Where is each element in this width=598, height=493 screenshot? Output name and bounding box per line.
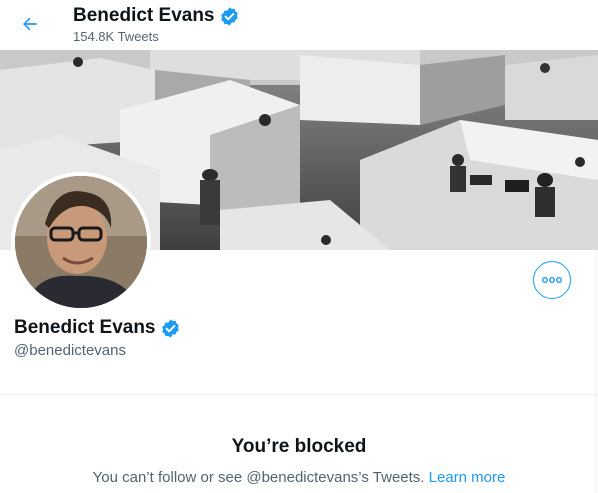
tweet-count: 154.8K Tweets [73, 29, 159, 44]
profile-handle: @benedictevans [14, 342, 126, 359]
learn-more-link[interactable]: Learn more [429, 469, 506, 486]
back-button[interactable] [12, 6, 48, 42]
header-name-text: Benedict Evans [73, 5, 215, 26]
arrow-left-icon [23, 17, 37, 31]
header-title: Benedict Evans [73, 5, 240, 27]
section-divider [0, 394, 598, 395]
profile-header: Benedict Evans 154.8K Tweets [0, 0, 598, 50]
verified-badge-icon [161, 318, 179, 338]
blocked-title: You’re blocked [231, 436, 367, 457]
more-options-button[interactable] [533, 261, 571, 299]
more-dots-icon [542, 277, 562, 283]
blocked-message: You can’t follow or see @benedictevans’s… [0, 469, 598, 486]
blocked-message-text: You can’t follow or see @benedictevans’s… [92, 469, 425, 486]
avatar[interactable] [11, 172, 151, 312]
profile-name-text: Benedict Evans [14, 317, 156, 338]
avatar-photo [15, 176, 147, 308]
profile-name: Benedict Evans [14, 317, 181, 339]
verified-badge-icon [220, 6, 238, 26]
